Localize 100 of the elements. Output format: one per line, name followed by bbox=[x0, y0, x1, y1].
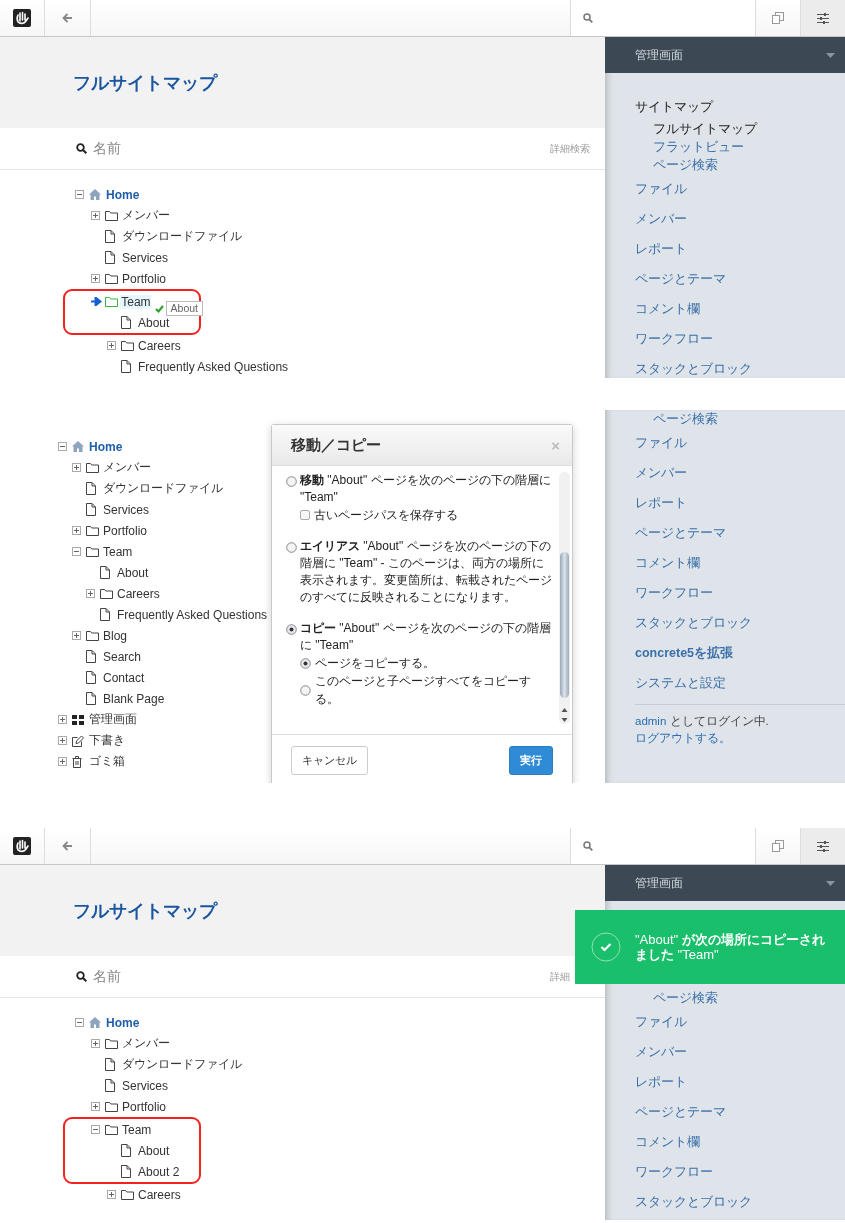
radio-button[interactable] bbox=[286, 476, 297, 487]
sidebar-link[interactable]: レポート bbox=[635, 488, 687, 518]
expand-toggle[interactable] bbox=[86, 589, 95, 598]
tree-item-label[interactable]: Frequently Asked Questions bbox=[137, 359, 289, 374]
expand-toggle[interactable] bbox=[91, 211, 100, 220]
sidebar-link[interactable]: ワークフロー bbox=[635, 1157, 713, 1187]
caret-icon[interactable] bbox=[826, 52, 835, 58]
tree-item-label[interactable]: Services bbox=[102, 502, 149, 517]
radio-button[interactable] bbox=[300, 657, 311, 669]
tree-item-label[interactable]: Team bbox=[120, 294, 151, 309]
expand-toggle[interactable] bbox=[72, 463, 81, 472]
tree-item-label[interactable]: Careers bbox=[116, 586, 160, 601]
collapse-toggle[interactable] bbox=[75, 190, 84, 199]
logout-link[interactable]: ログアウトする。 bbox=[635, 732, 731, 744]
expand-toggle[interactable] bbox=[72, 631, 81, 640]
expand-toggle[interactable] bbox=[91, 274, 100, 283]
sidebar-link[interactable]: ページとテーマ bbox=[635, 1097, 726, 1127]
sidebar-link[interactable]: メンバー bbox=[635, 458, 687, 488]
expand-toggle[interactable] bbox=[107, 341, 116, 350]
tree-item-label[interactable]: Frequently Asked Questions bbox=[116, 607, 268, 622]
sidebar-link[interactable]: ファイル bbox=[635, 428, 687, 458]
scroll-arrows-icon[interactable] bbox=[560, 706, 569, 724]
collapse-toggle[interactable] bbox=[91, 1125, 100, 1134]
user-link[interactable]: admin bbox=[635, 715, 667, 727]
scrollbar[interactable] bbox=[559, 472, 570, 724]
tree-item-label[interactable]: Portfolio bbox=[102, 523, 148, 538]
sidebar-subitem[interactable]: ページ検索 bbox=[635, 989, 718, 1007]
sidebar-subitem[interactable]: フラットビュー bbox=[635, 138, 744, 156]
tree-item-label[interactable]: Careers bbox=[137, 338, 181, 353]
sidebar-link[interactable]: コメント欄 bbox=[635, 294, 700, 324]
sidebar-link[interactable]: ページとテーマ bbox=[635, 518, 726, 548]
sidebar-link[interactable]: ワークフロー bbox=[635, 324, 713, 354]
collapse-toggle[interactable] bbox=[75, 1018, 84, 1027]
sidebar-subitem[interactable]: フルサイトマップ bbox=[635, 120, 757, 138]
caret-icon[interactable] bbox=[826, 880, 835, 886]
sidebar-link[interactable]: システムと設定 bbox=[635, 668, 726, 698]
expand-toggle[interactable] bbox=[91, 1102, 100, 1111]
collapse-toggle[interactable] bbox=[72, 547, 81, 556]
tree-item-label[interactable]: Blog bbox=[102, 628, 128, 643]
tree-item-label[interactable]: About bbox=[137, 315, 170, 330]
tree-item-label[interactable]: 管理画面 bbox=[88, 711, 137, 728]
tree-item-label[interactable]: Blank Page bbox=[102, 691, 165, 706]
tree-item-label[interactable]: ダウンロードファイル bbox=[121, 228, 242, 245]
sidebar-link[interactable]: スタックとブロック bbox=[635, 608, 752, 638]
tree-item-label[interactable]: About bbox=[116, 565, 149, 580]
collapse-toggle[interactable] bbox=[58, 442, 67, 451]
sidebar-link[interactable]: ページとテーマ bbox=[635, 264, 726, 294]
search-field[interactable]: 名前 bbox=[93, 967, 550, 986]
checkbox[interactable] bbox=[300, 510, 310, 520]
back-arrow-icon[interactable] bbox=[62, 841, 73, 851]
tree-item-label[interactable]: Home bbox=[105, 187, 140, 202]
logo-icon[interactable] bbox=[13, 9, 31, 27]
radio-button[interactable] bbox=[300, 684, 311, 696]
expand-toggle[interactable] bbox=[58, 757, 67, 766]
sidebar-link[interactable]: レポート bbox=[635, 234, 687, 264]
submit-button[interactable]: 実行 bbox=[509, 745, 553, 775]
expand-toggle[interactable] bbox=[58, 736, 67, 745]
settings-button[interactable] bbox=[801, 0, 845, 36]
expand-toggle[interactable] bbox=[91, 1039, 100, 1048]
tree-item-label[interactable]: About 2 bbox=[137, 1164, 180, 1179]
tree-item-label[interactable]: Team bbox=[121, 1122, 152, 1137]
sidebar-link[interactable]: メンバー bbox=[635, 204, 687, 234]
radio-button[interactable] bbox=[286, 624, 297, 635]
expand-toggle[interactable] bbox=[107, 1190, 116, 1199]
tree-item-label[interactable]: ゴミ箱 bbox=[88, 753, 125, 770]
sidebar-link[interactable]: ファイル bbox=[635, 174, 687, 204]
search-field[interactable]: 名前 bbox=[93, 139, 550, 158]
search-field[interactable] bbox=[570, 828, 756, 864]
sidebar-link[interactable]: コメント欄 bbox=[635, 1127, 700, 1157]
tree-item-label[interactable]: ダウンロードファイル bbox=[102, 480, 223, 497]
sidebar-link[interactable]: レポート bbox=[635, 1067, 687, 1097]
tree-item-label[interactable]: Careers bbox=[137, 1187, 181, 1202]
tree-item-label[interactable]: Services bbox=[121, 250, 168, 265]
sidebar-link[interactable]: concrete5を拡張 bbox=[635, 638, 734, 668]
tree-item-label[interactable]: Portfolio bbox=[121, 271, 167, 286]
expand-toggle[interactable] bbox=[58, 715, 67, 724]
sidebar-link[interactable]: メンバー bbox=[635, 1037, 687, 1067]
tree-item-label[interactable]: Portfolio bbox=[121, 1099, 167, 1114]
sidebar-subitem[interactable]: ページ検索 bbox=[635, 410, 718, 428]
tree-item-label[interactable]: ダウンロードファイル bbox=[121, 1056, 242, 1073]
sidebar-subitem[interactable]: ページ検索 bbox=[635, 156, 718, 174]
tree-item-label[interactable]: メンバー bbox=[102, 459, 151, 476]
tree-item-label[interactable]: Home bbox=[105, 1015, 140, 1030]
tree-item-label[interactable]: About bbox=[137, 1143, 170, 1158]
sidebar-link[interactable]: スタックとブロック bbox=[635, 1187, 752, 1217]
tree-item-label[interactable]: Team bbox=[102, 544, 133, 559]
sidebar-link[interactable]: ワークフロー bbox=[635, 578, 713, 608]
tree-item-label[interactable]: メンバー bbox=[121, 207, 170, 224]
search-field[interactable] bbox=[570, 0, 756, 36]
tree-item-label[interactable]: Services bbox=[121, 1078, 168, 1093]
tree-item-label[interactable]: Home bbox=[88, 439, 123, 454]
tree-item-label[interactable]: Search bbox=[102, 649, 142, 664]
radio-button[interactable] bbox=[286, 542, 297, 553]
expand-toggle[interactable] bbox=[72, 526, 81, 535]
cancel-button[interactable]: キャンセル bbox=[291, 745, 368, 775]
sidebar-link[interactable]: コメント欄 bbox=[635, 548, 700, 578]
tree-item-label[interactable]: 下書き bbox=[88, 732, 125, 749]
sidebar-link[interactable]: スタックとブロック bbox=[635, 354, 752, 378]
tree-item-label[interactable]: メンバー bbox=[121, 1035, 170, 1052]
back-arrow-icon[interactable] bbox=[62, 13, 73, 23]
